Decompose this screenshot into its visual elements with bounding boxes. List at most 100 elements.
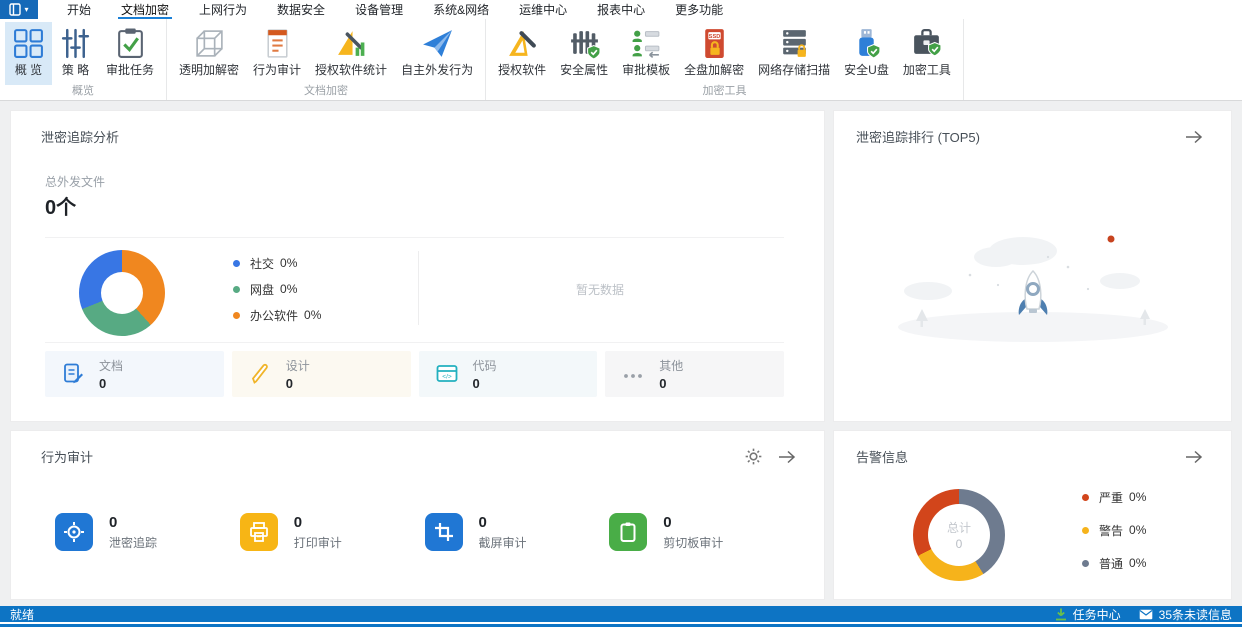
approval-template-icon (630, 27, 663, 60)
caret-down-icon: ▾ (24, 6, 28, 14)
ribbon-item-transparent-encryption[interactable]: 透明加解密 (172, 22, 246, 85)
panel-behavior-audit: 行为审计 (10, 430, 825, 600)
paper-plane-icon (421, 27, 454, 60)
arrow-right-icon[interactable] (776, 450, 798, 464)
tab-doc-encryption[interactable]: 文档加密 (106, 0, 184, 19)
code-window-icon: </> (435, 362, 459, 386)
tab-device-management[interactable]: 设备管理 (340, 0, 418, 19)
arrow-right-icon[interactable] (1183, 130, 1205, 144)
ribbon-item-software-stats[interactable]: 授权软件统计 (308, 22, 394, 85)
outgoing-files-legend: 社交 0% 网盘 0% 办公软件 0% (233, 257, 321, 321)
security-attributes-fence-icon (568, 27, 601, 60)
app-window-icon (9, 3, 21, 16)
menu-bar: ▾ 开始 文档加密 上网行为 数据安全 设备管理 系统&网络 运维中心 报表中心… (0, 0, 1242, 19)
ellipsis-icon (621, 362, 645, 386)
ribbon-group-doc-encryption: 透明加解密 行为审计 授权软件统计 (167, 19, 486, 100)
ribbon-item-secure-usb[interactable]: 安全U盘 (837, 22, 896, 85)
tab-more-functions[interactable]: 更多功能 (660, 0, 738, 19)
clipboard-icon (616, 520, 640, 544)
locate-target-icon (62, 520, 86, 544)
tab-web-behavior[interactable]: 上网行为 (184, 0, 262, 19)
legend-dot (233, 286, 240, 293)
ribbon-item-network-storage-scan[interactable]: 网络存储扫描 (751, 22, 837, 85)
ribbon-item-encryption-tools[interactable]: 加密工具 (896, 22, 958, 85)
outgoing-files-donut-chart (79, 250, 165, 336)
arrow-right-icon[interactable] (1183, 450, 1205, 464)
tab-data-security[interactable]: 数据安全 (262, 0, 340, 19)
ribbon-group-encryption-tools: 授权软件 安全属性 (486, 19, 964, 100)
document-icon (61, 362, 85, 386)
pencil-icon (248, 362, 272, 386)
dashboard-content: 泄密追踪分析 总外发文件 0个 社交 0% 网盘 0% 办公软件 0% 暂无 (0, 102, 1242, 606)
network-storage-scan-icon (778, 27, 811, 60)
total-outgoing-files-label: 总外发文件 (45, 173, 105, 190)
alerts-legend: 严重 0% 警告 0% 普通 0% (1082, 491, 1146, 569)
policy-sliders-icon (59, 27, 92, 60)
ribbon-item-security-attributes[interactable]: 安全属性 (553, 22, 615, 85)
software-stats-icon (335, 27, 368, 60)
tab-start[interactable]: 开始 (52, 0, 106, 19)
encryption-tools-briefcase-icon (910, 27, 943, 60)
card-documents: 文档 0 (45, 351, 224, 397)
legend-dot (1082, 560, 1089, 567)
ribbon-item-behavior-audit[interactable]: 行为审计 (246, 22, 308, 85)
legend-dot (1082, 527, 1089, 534)
legend-item-normal: 普通 0% (1082, 557, 1146, 569)
total-outgoing-files-value: 0个 (45, 191, 76, 220)
task-center-button[interactable]: 任务中心 (1055, 606, 1121, 623)
window-bottom-edge (0, 622, 1242, 627)
ribbon-item-approval-template[interactable]: 审批模板 (615, 22, 677, 85)
legend-item-critical: 严重 0% (1082, 491, 1146, 503)
ribbon: 概 览 策 略 审批任务 概览 (0, 19, 1242, 101)
tab-report-center[interactable]: 报表中心 (582, 0, 660, 19)
card-code: </> 代码 0 (419, 351, 598, 397)
panel-leak-analysis: 泄密追踪分析 总外发文件 0个 社交 0% 网盘 0% 办公软件 0% 暂无 (10, 110, 825, 422)
overview-grid-icon (12, 27, 45, 60)
legend-dot (233, 312, 240, 319)
legend-dot (1082, 494, 1089, 501)
file-type-cards: 文档 0 设计 0 </> 代码 (45, 351, 784, 397)
ribbon-group-label: 加密工具 (489, 85, 960, 100)
envelope-icon (1139, 609, 1153, 620)
tab-system-network[interactable]: 系统&网络 (418, 0, 504, 19)
svg-text:</>: </> (442, 374, 452, 381)
audit-item-leak-trace: 0 泄密追踪 (55, 513, 240, 551)
transparent-encryption-cube-icon (193, 27, 226, 60)
no-data-text: 暂无数据 (418, 281, 782, 298)
audit-item-clipboard-audit: 0 剪切板审计 (609, 513, 794, 551)
authorized-software-icon (506, 27, 539, 60)
card-design: 设计 0 (232, 351, 411, 397)
behavior-audit-document-icon (261, 27, 294, 60)
ribbon-item-self-outgoing[interactable]: 自主外发行为 (394, 22, 480, 85)
panel-leak-ranking: 泄密追踪排行 (TOP5) (833, 110, 1232, 422)
download-icon (1055, 608, 1067, 621)
gear-icon[interactable] (745, 448, 762, 465)
panel-title: 泄密追踪分析 (41, 127, 119, 146)
crop-icon (432, 520, 456, 544)
full-disk-ssd-lock-icon: SSD (698, 27, 731, 60)
app-menu-button[interactable]: ▾ (0, 0, 38, 19)
legend-item-netdisk: 网盘 0% (233, 283, 321, 295)
ribbon-item-policy[interactable]: 策 略 (52, 22, 99, 85)
panel-title: 泄密追踪排行 (TOP5) (856, 127, 980, 146)
audit-item-screenshot-audit: 0 截屏审计 (425, 513, 610, 551)
audit-item-print-audit: 0 打印审计 (240, 513, 425, 551)
ribbon-item-authorized-software[interactable]: 授权软件 (491, 22, 553, 85)
legend-item-warning: 警告 0% (1082, 524, 1146, 536)
empty-state-illustration (834, 181, 1231, 391)
divider (45, 237, 784, 238)
ribbon-item-overview[interactable]: 概 览 (5, 22, 52, 85)
ribbon-group-label: 文档加密 (170, 85, 482, 100)
panel-title: 行为审计 (41, 447, 93, 466)
alerts-donut-center: 总计 0 (913, 489, 1005, 581)
ribbon-group-label: 概览 (3, 85, 163, 100)
panel-title: 告警信息 (856, 447, 908, 466)
tab-ops-center[interactable]: 运维中心 (504, 0, 582, 19)
unread-messages-button[interactable]: 35条未读信息 (1139, 606, 1232, 623)
svg-text:SSD: SSD (708, 34, 720, 40)
ribbon-item-full-disk-encryption[interactable]: SSD 全盘加解密 (677, 22, 751, 85)
panel-alerts: 告警信息 总计 0 严重 0% 警告 0% (833, 430, 1232, 600)
ribbon-group-overview: 概 览 策 略 审批任务 概览 (0, 19, 167, 100)
ribbon-item-approval-tasks[interactable]: 审批任务 (99, 22, 161, 85)
legend-item-social: 社交 0% (233, 257, 321, 269)
